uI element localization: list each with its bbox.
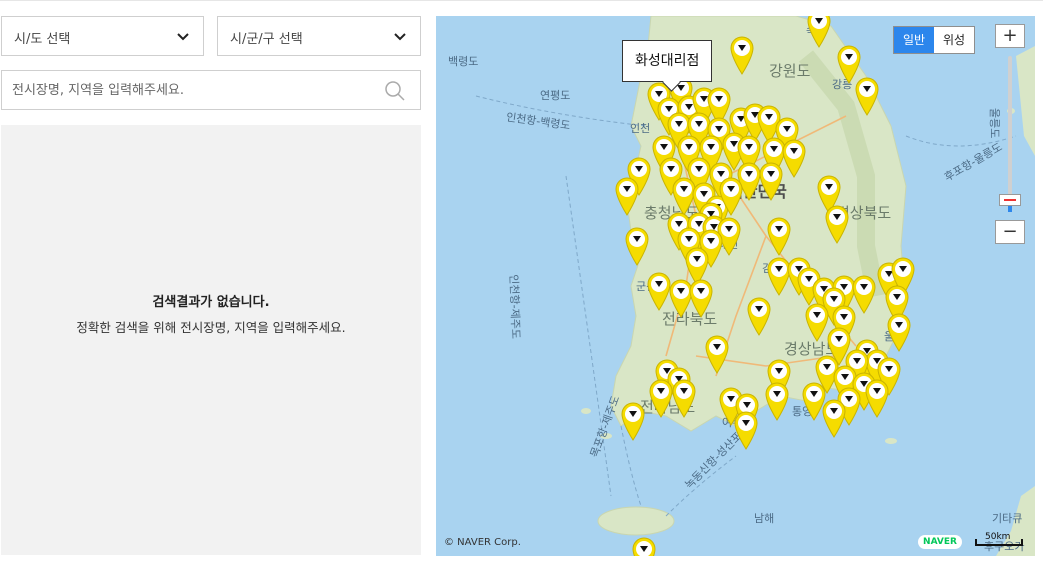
dealer-marker-icon[interactable]: [824, 204, 850, 244]
map-type-satellite-button[interactable]: 위성: [934, 27, 974, 53]
dealer-marker-icon[interactable]: [781, 138, 807, 178]
search-panel: 시/도 선택 시/군/구 선택 검색결과가 없습니다. 정확한 검색을 위해 전…: [0, 0, 425, 562]
dealer-marker-icon[interactable]: [864, 378, 890, 418]
search-icon[interactable]: [384, 80, 406, 102]
dealer-marker-icon[interactable]: [614, 176, 640, 216]
map-scale: 50km: [975, 532, 1025, 548]
zoom-control: + −: [995, 24, 1025, 244]
map-copyright: © NAVER Corp.: [444, 537, 521, 548]
chevron-down-icon: [177, 33, 189, 41]
label-baengnyeong: 백령도: [448, 55, 479, 68]
empty-result-title: 검색결과가 없습니다.: [152, 295, 270, 310]
map-scale-bar: [975, 539, 1023, 546]
dealer-marker-icon[interactable]: [631, 536, 657, 556]
map-base: [436, 16, 1035, 556]
search-input[interactable]: [12, 80, 372, 100]
dealer-marker-icon[interactable]: [758, 161, 784, 201]
label-gangwon: 강원도: [769, 62, 811, 80]
map-type-normal-button[interactable]: 일반: [894, 27, 934, 53]
dealer-marker-icon[interactable]: [733, 410, 759, 450]
zoom-out-button[interactable]: −: [995, 220, 1025, 244]
sigungu-select-label: 시/군/구 선택: [230, 32, 303, 47]
label-kitakyu: 기타큐: [992, 512, 1023, 525]
label-yeonpyeong: 연평도: [540, 89, 571, 102]
dealer-marker-icon[interactable]: [729, 35, 755, 75]
dealer-marker-icon[interactable]: [854, 76, 880, 116]
dealer-marker-icon[interactable]: [688, 278, 714, 318]
dealer-marker-icon[interactable]: [746, 296, 772, 336]
jeju-island: [597, 506, 675, 536]
dealer-marker-icon[interactable]: [671, 378, 697, 418]
dealer-marker-icon[interactable]: [821, 398, 847, 438]
island: [885, 438, 897, 444]
search-box: [1, 70, 421, 110]
empty-result-desc: 정확한 검색을 위해 전시장명, 지역을 입력해주세요.: [76, 320, 346, 335]
sido-select-label: 시/도 선택: [14, 32, 71, 47]
label-incheon: 인천: [630, 122, 651, 135]
zoom-track[interactable]: [1008, 56, 1012, 206]
dealer-marker-icon[interactable]: [766, 216, 792, 256]
dealer-marker-icon[interactable]: [704, 334, 730, 374]
label-jeju-route: 인천항-제주도: [507, 274, 523, 340]
results-list: 검색결과가 없습니다. 정확한 검색을 위해 전시장명, 지역을 입력해주세요.: [1, 125, 421, 555]
dealer-marker-icon[interactable]: [806, 16, 832, 48]
map-type-toggle: 일반 위성: [893, 26, 975, 54]
map-scale-label: 50km: [985, 532, 1011, 542]
sido-select[interactable]: 시/도 선택: [1, 16, 204, 56]
chevron-down-icon: [394, 33, 406, 41]
dealer-marker-icon[interactable]: [764, 381, 790, 421]
zoom-in-button[interactable]: +: [995, 24, 1025, 48]
label-namhae: 남해: [754, 512, 775, 525]
marker-tooltip: 화성대리점: [622, 40, 713, 82]
island: [581, 408, 591, 414]
dealer-marker-icon[interactable]: [624, 226, 650, 266]
map-view[interactable]: 백령도 연평도 인천항-백령도 강원도 강릉 속초 대한민국 충청남도 경상북도…: [436, 16, 1035, 556]
zoom-slider-handle[interactable]: [999, 194, 1021, 206]
naver-logo[interactable]: NAVER: [918, 535, 962, 549]
sigungu-select[interactable]: 시/군/구 선택: [217, 16, 421, 56]
dealer-marker-icon[interactable]: [620, 401, 646, 441]
dealer-marker-icon[interactable]: [886, 312, 912, 352]
